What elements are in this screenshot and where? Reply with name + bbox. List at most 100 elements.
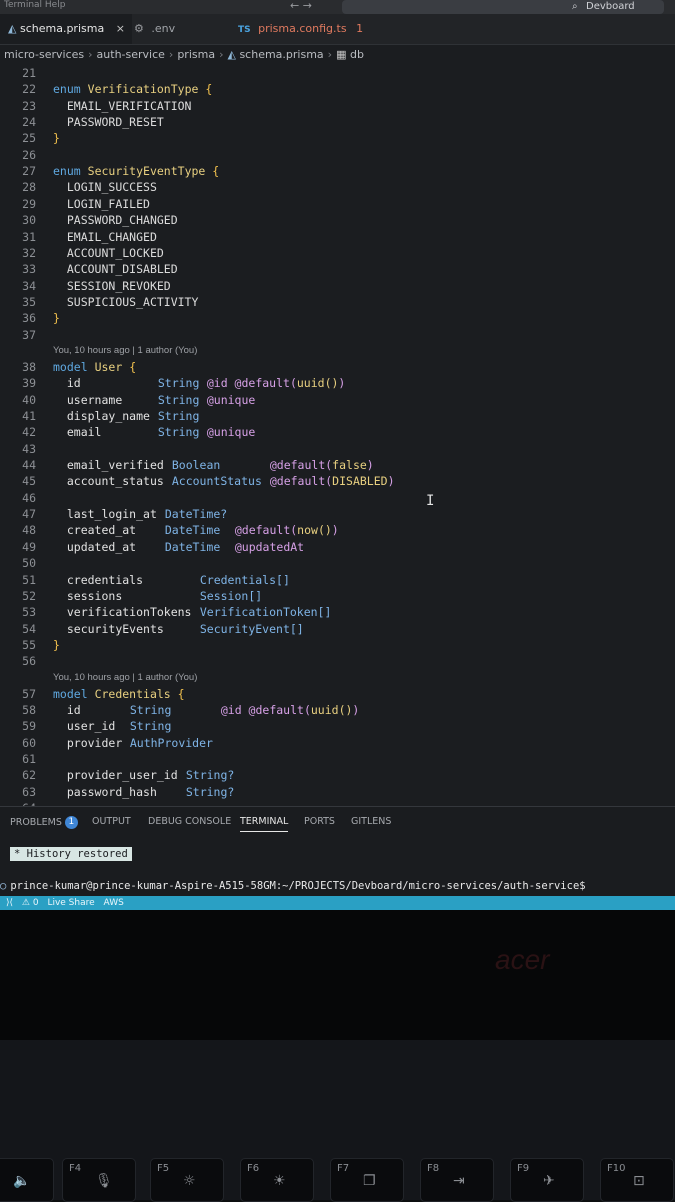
brace: { [212, 164, 220, 179]
code-text: LOGIN_SUCCESS [53, 179, 157, 195]
code-line[interactable]: 59 user_id String [0, 718, 675, 734]
code-line[interactable]: 23 EMAIL_VERIFICATION [0, 98, 675, 114]
menu-bar[interactable]: Terminal Help [4, 0, 65, 10]
tab-label: .env [151, 22, 176, 35]
code-line[interactable]: 43 [0, 441, 675, 457]
code-line[interactable]: 55} [0, 637, 675, 653]
field-name: user_id [66, 719, 116, 734]
code-line[interactable]: 31 EMAIL_CHANGED [0, 229, 675, 245]
code-line[interactable]: 38 model User { [0, 359, 675, 375]
info-icon: * [14, 848, 27, 860]
code-editor[interactable]: 21 22 enum VerificationType {23 EMAIL_VERI… [0, 63, 675, 815]
code-line[interactable]: 33 ACCOUNT_DISABLED [0, 261, 675, 277]
problems-status[interactable]: ⚠ 0 [22, 898, 39, 908]
code-line[interactable]: 60 provider AuthProvider [0, 735, 675, 751]
tab-ports[interactable]: PORTS [304, 816, 335, 827]
tab-gitlens[interactable]: GITLENS [351, 816, 391, 827]
nav-arrows[interactable]: ← → [290, 0, 312, 12]
code-line[interactable]: 41 display_name String [0, 408, 675, 424]
code-line[interactable]: 57 model Credentials { [0, 686, 675, 702]
field-type: String? [185, 784, 235, 799]
code-line[interactable]: 30 PASSWORD_CHANGED [0, 212, 675, 228]
keyword: model [53, 686, 88, 701]
code-line[interactable]: 45 account_status AccountStatus @default(D… [0, 473, 675, 489]
line-number: 59 [22, 719, 36, 734]
code-line[interactable]: 61 [0, 751, 675, 767]
code-line[interactable]: 39 id String @id @default(uuid()) [0, 375, 675, 391]
field-type: AccountStatus [171, 474, 262, 489]
enum-value: LOGIN_FAILED [66, 196, 150, 211]
code-line[interactable]: 28 LOGIN_SUCCESS [0, 179, 675, 195]
enum-value: SUSPICIOUS_ACTIVITY [66, 294, 199, 309]
breadcrumb-item[interactable]: db [350, 48, 364, 61]
line-number: 41 [22, 409, 36, 423]
code-line[interactable]: 63 password_hash String? [0, 784, 675, 800]
code-line[interactable]: 49 updated_at DateTime @updatedAt [0, 539, 675, 555]
keyword: model [53, 359, 88, 374]
prompt-text: prince-kumar@prince-kumar-Aspire-A515-58… [10, 880, 586, 892]
code-line[interactable]: 21 [0, 65, 675, 81]
live-share-button[interactable]: Live Share [47, 898, 94, 908]
code-line[interactable]: 50 [0, 555, 675, 571]
tab-prisma-config[interactable]: TS prisma.config.ts 1 [238, 14, 378, 44]
code-line[interactable]: 36} [0, 310, 675, 326]
codelens-blame[interactable]: You, 10 hours ago | 1 author (You) [53, 671, 197, 685]
chevron-right-icon: › [88, 48, 93, 61]
remote-icon[interactable]: ⟩⟨ [6, 898, 13, 908]
field-name: password_hash [66, 784, 157, 799]
enum-value: ACCOUNT_LOCKED [66, 245, 164, 260]
line-number: 39 [22, 376, 36, 391]
terminal-prompt[interactable]: ○ prince-kumar@prince-kumar-Aspire-A515-5… [0, 879, 675, 893]
code-line[interactable]: 29 LOGIN_FAILED [0, 196, 675, 212]
tab-schema-prisma[interactable]: ◭ schema.prisma × [0, 14, 132, 44]
code-line[interactable]: 53 verificationTokens VerificationToken[] [0, 604, 675, 620]
code-line[interactable]: 47 last_login_at DateTime? [0, 506, 675, 522]
code-line[interactable]: 26 [0, 147, 675, 163]
code-line[interactable]: 22 enum VerificationType { [0, 81, 675, 97]
type-name: SecurityEventType [87, 164, 206, 179]
code-line[interactable]: 56 [0, 653, 675, 669]
field-type: Boolean [171, 458, 221, 473]
codelens-blame[interactable]: You, 10 hours ago | 1 author (You) [53, 344, 197, 358]
attribute-arg: false [332, 458, 367, 473]
code-line[interactable]: 54 securityEvents SecurityEvent[] [0, 621, 675, 637]
code-line[interactable]: 42 email String @unique [0, 424, 675, 440]
gear-icon: ⚙ [134, 22, 144, 35]
breadcrumb-item[interactable]: schema.prisma [239, 48, 323, 61]
aws-status[interactable]: AWS [104, 898, 124, 908]
breadcrumb-item[interactable]: prisma [177, 48, 215, 61]
close-icon[interactable]: × [116, 22, 125, 35]
code-line[interactable]: 52 sessions Session[] [0, 588, 675, 604]
code-text: updated_at DateTime @updatedAt [53, 539, 304, 555]
tab-output[interactable]: OUTPUT [92, 816, 131, 827]
code-line[interactable]: 35 SUSPICIOUS_ACTIVITY [0, 294, 675, 310]
field-type: Credentials[] [199, 572, 290, 587]
code-text: provider AuthProvider [53, 735, 213, 751]
tab-problems[interactable]: PROBLEMS 1 [10, 816, 78, 829]
code-line[interactable]: 40 username String @unique [0, 392, 675, 408]
command-center-search[interactable]: ⌕ Devboard [342, 0, 664, 14]
code-line[interactable]: 62 provider_user_id String? [0, 767, 675, 783]
code-line[interactable]: 46 [0, 490, 675, 506]
field-name: provider_user_id [66, 768, 178, 783]
field-type: DateTime? [164, 507, 228, 522]
field-name: securityEvents [66, 621, 164, 636]
code-line[interactable]: 34 SESSION_REVOKED [0, 278, 675, 294]
code-line[interactable]: 27 enum SecurityEventType { [0, 163, 675, 179]
tab-env[interactable]: ⚙ .env [134, 14, 224, 44]
code-line[interactable]: 48 created_at DateTime @default(now()) [0, 522, 675, 538]
breadcrumb-item[interactable]: auth-service [97, 48, 165, 61]
code-line[interactable]: 32 ACCOUNT_LOCKED [0, 245, 675, 261]
code-line[interactable]: 24 PASSWORD_RESET [0, 114, 675, 130]
code-line[interactable]: 51 credentials Credentials[] [0, 572, 675, 588]
code-line[interactable]: 25} [0, 130, 675, 146]
speaker-icon: 🔈 [13, 1173, 31, 1189]
line-number: 23 [22, 98, 36, 113]
breadcrumb-item[interactable]: micro-services [4, 48, 84, 61]
field-type: String [157, 392, 200, 407]
code-line[interactable]: 37 [0, 327, 675, 343]
code-line[interactable]: 44 email_verified Boolean @default(false) [0, 457, 675, 473]
tab-terminal[interactable]: TERMINAL [240, 816, 289, 832]
code-line[interactable]: 58 id String @id @default(uuid()) [0, 702, 675, 718]
tab-debug-console[interactable]: DEBUG CONSOLE [148, 816, 231, 827]
